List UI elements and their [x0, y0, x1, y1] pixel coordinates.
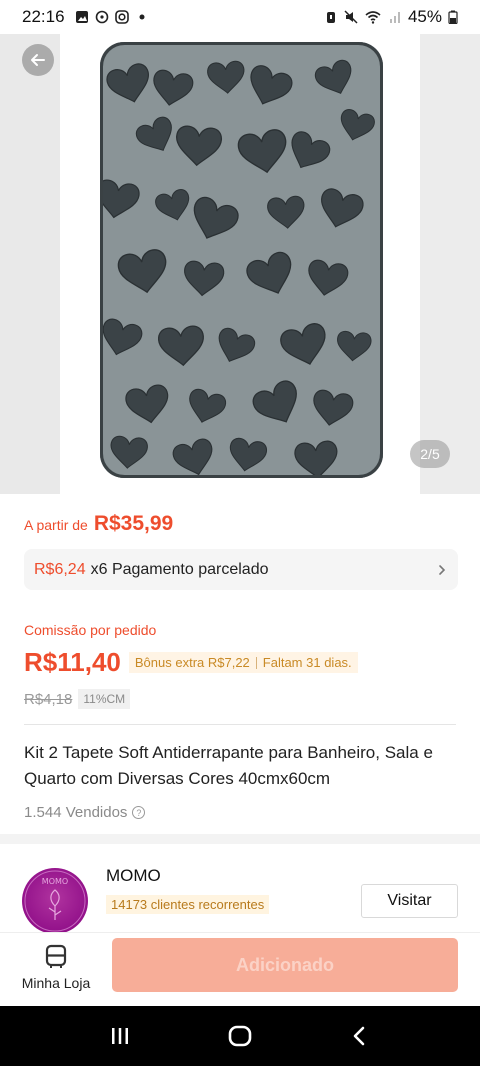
chevron-right-icon: [439, 564, 446, 575]
commission-label: Comissão por pedido: [24, 622, 157, 638]
installment-row[interactable]: R$6,24 x6 Pagamento parcelado: [24, 549, 458, 590]
system-nav-bar: [0, 1006, 480, 1066]
status-left-icons: [75, 10, 149, 24]
arrow-left-icon: [31, 54, 45, 66]
product-image-gallery[interactable]: 2/5: [0, 34, 480, 494]
back-button[interactable]: [22, 44, 54, 76]
recent-apps-icon[interactable]: [108, 1024, 132, 1048]
bonus-separator: [255, 656, 257, 669]
pinwheel-icon: [95, 10, 108, 24]
visit-shop-button[interactable]: Visitar: [361, 884, 458, 918]
my-store-button[interactable]: Minha Loja: [18, 943, 94, 991]
status-bar: 22:16 45%: [0, 0, 480, 34]
installment-text: x6 Pagamento parcelado: [90, 560, 269, 578]
home-icon[interactable]: [227, 1023, 253, 1049]
battery-icon: [448, 10, 458, 24]
commission-row: R$11,40 Bônus extra R$7,22 Faltam 31 dia…: [24, 647, 358, 678]
battery-percent: 45%: [407, 7, 442, 26]
status-time: 22:16: [22, 7, 65, 26]
bonus-remaining: Faltam 31 dias.: [262, 655, 352, 670]
shop-logo-icon: MOMO: [24, 870, 86, 932]
added-button[interactable]: Adicionado: [112, 938, 458, 992]
section-separator: [0, 834, 480, 844]
status-right: 45%: [324, 7, 458, 27]
recurring-customers-badge: 14173 clientes recorrentes: [106, 895, 270, 914]
product-title: Kit 2 Tapete Soft Antiderrapante para Ba…: [24, 743, 433, 788]
price-from-label: A partir de: [24, 517, 88, 533]
my-store-label: Minha Loja: [21, 975, 91, 991]
alarm-icon: [326, 12, 335, 23]
mute-icon: [344, 10, 358, 24]
instagram-icon: [114, 10, 129, 24]
price-from-value: R$35,99: [93, 512, 174, 535]
commission-value: R$11,40: [24, 647, 121, 677]
bonus-badge: Bônus extra R$7,22 Faltam 31 dias.: [128, 652, 358, 673]
wifi-icon: [365, 11, 381, 24]
gallery-page-indicator: 2/5: [410, 440, 450, 468]
divider: [24, 724, 456, 725]
gallery-icon: [75, 11, 88, 23]
bonus-text: Bônus extra R$7,22: [134, 655, 250, 670]
product-image-bath-mat: [100, 42, 383, 478]
sold-count: 1.544 Vendidos ?: [24, 804, 146, 821]
help-icon[interactable]: ?: [132, 806, 146, 819]
shop-logo-text: MOMO: [42, 877, 68, 886]
bottom-action-bar: Minha Loja Adicionado: [0, 932, 480, 1006]
price-from: A partir de R$35,99: [24, 512, 173, 536]
commission-rate-badge: 11%CM: [78, 689, 131, 709]
shop-name[interactable]: MOMO: [106, 866, 161, 886]
old-commission-value: R$4,18: [24, 690, 73, 708]
shop-avatar[interactable]: MOMO: [22, 868, 88, 934]
back-nav-icon[interactable]: [348, 1024, 372, 1048]
store-icon: [45, 944, 67, 968]
installment-amount: R$6,24: [34, 560, 86, 578]
dot-icon: [139, 14, 145, 20]
old-commission-row: R$4,18 11%CM: [24, 689, 131, 709]
gallery-next-image[interactable]: [420, 34, 480, 494]
gallery-prev-image[interactable]: [0, 34, 60, 494]
signal-icon: [389, 12, 400, 23]
sold-count-text: 1.544 Vendidos: [24, 804, 128, 821]
